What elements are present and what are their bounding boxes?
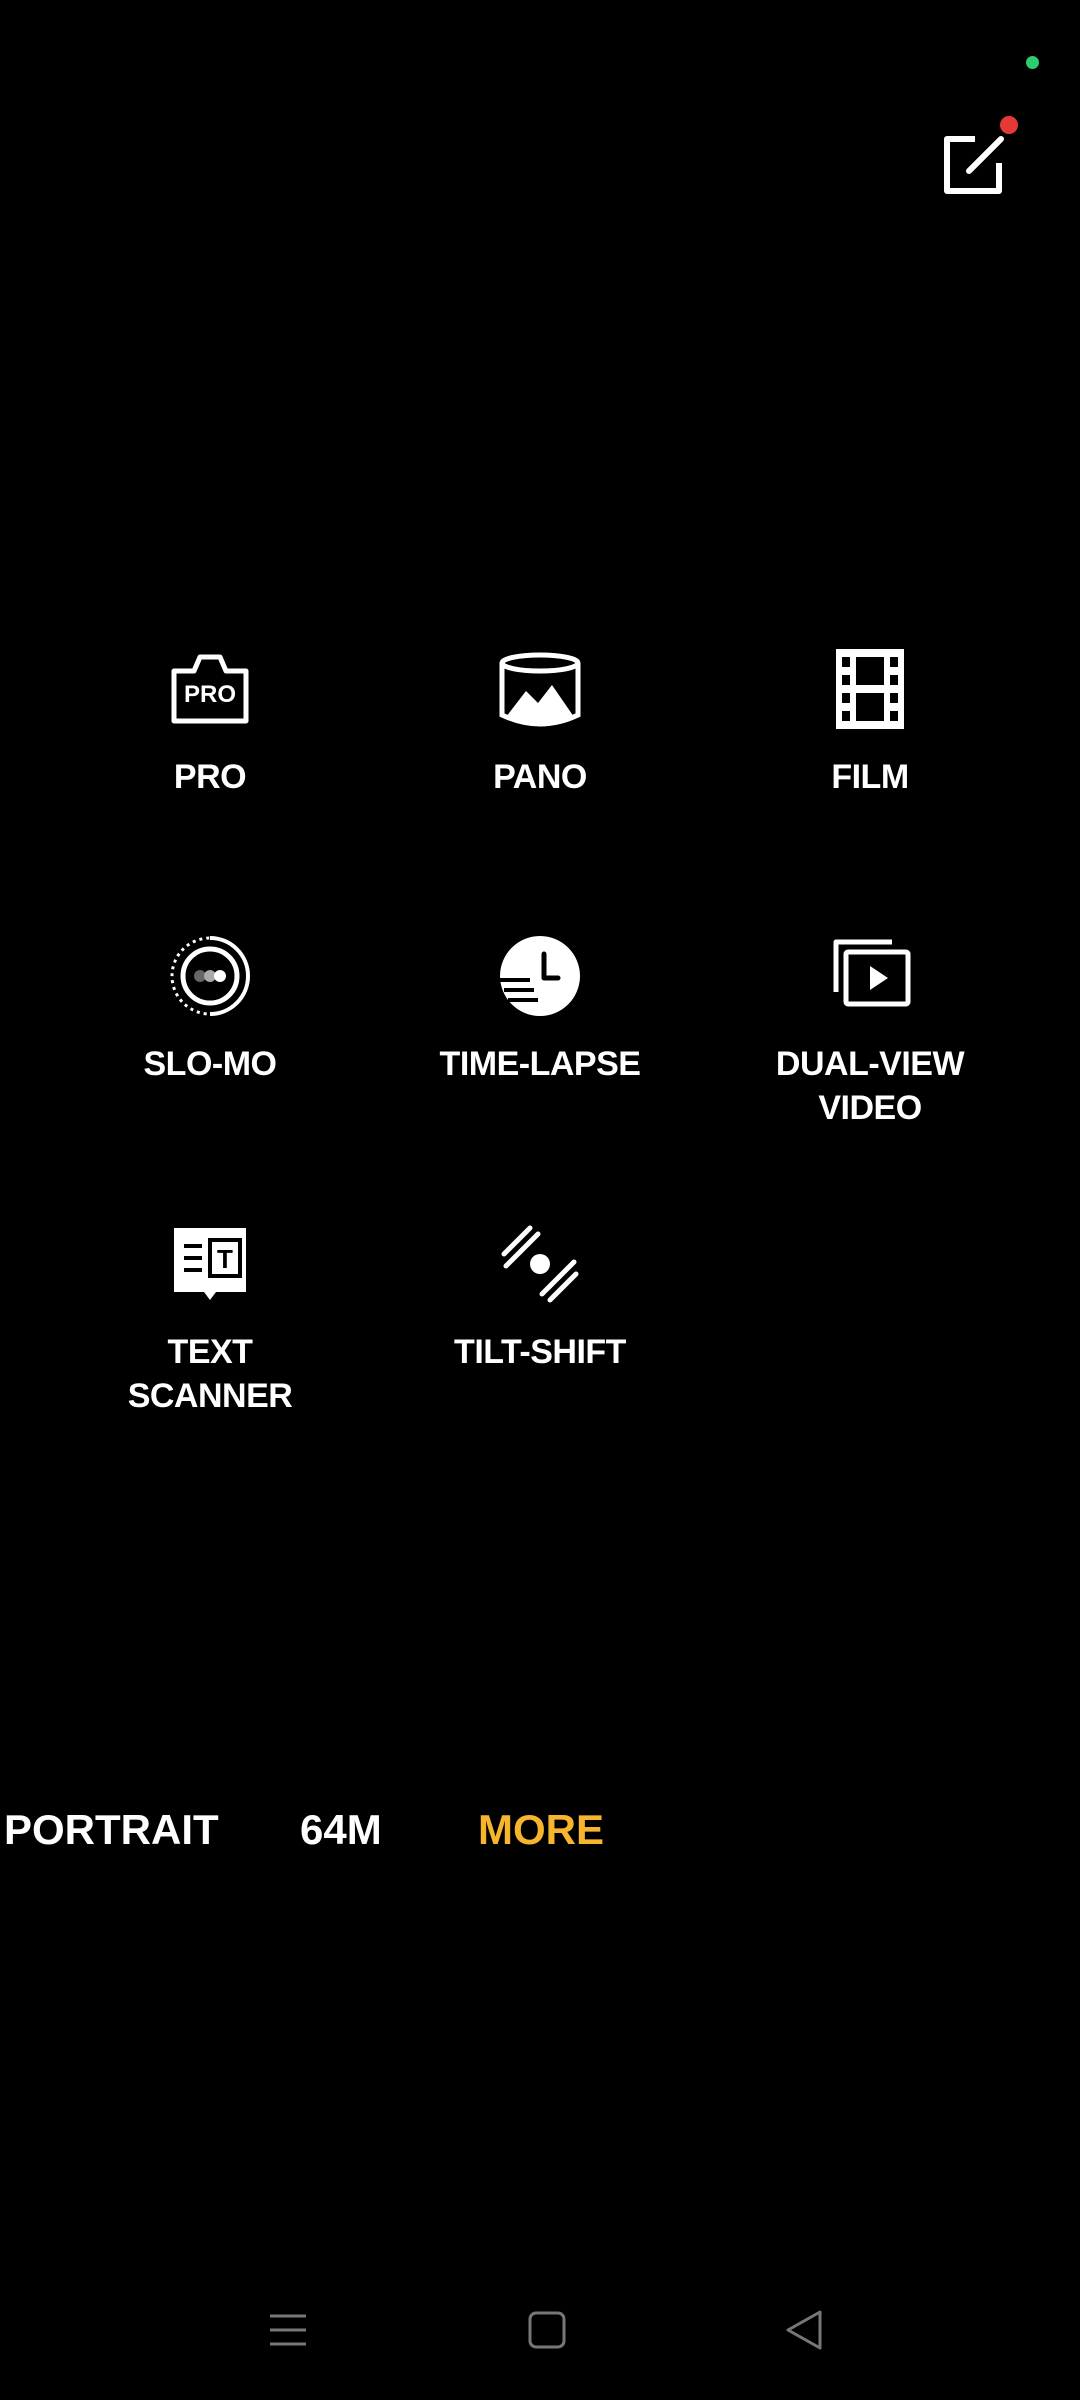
film-icon bbox=[826, 645, 914, 733]
slo-mo-icon bbox=[166, 932, 254, 1020]
edit-icon bbox=[944, 136, 1004, 194]
mode-label-pro: PRO bbox=[173, 758, 247, 796]
mode-label-text-scanner: TEXT SCANNER bbox=[127, 1333, 293, 1415]
mode-time-lapse[interactable]: TIME-LAPSE bbox=[390, 932, 690, 1086]
edit-modes-button[interactable] bbox=[935, 125, 1015, 205]
recents-button[interactable] bbox=[264, 2306, 312, 2354]
text-scanner-icon-text: T bbox=[217, 1244, 233, 1274]
mode-label-dual-view-video: DUAL-VIEW VIDEO bbox=[775, 1045, 965, 1127]
mode-slo-mo[interactable]: SLO-MO bbox=[60, 932, 360, 1086]
mode-label-tilt-shift: TILT-SHIFT bbox=[454, 1333, 626, 1371]
pro-icon: PRO bbox=[166, 645, 254, 733]
dual-view-video-icon bbox=[826, 932, 914, 1020]
system-navigation-bar bbox=[0, 2300, 1080, 2360]
menu-icon bbox=[270, 2314, 306, 2346]
status-indicator-dot bbox=[1026, 56, 1039, 69]
camera-mode-tabs: PORTRAIT 64M MORE bbox=[0, 1800, 1080, 1860]
time-lapse-icon bbox=[496, 932, 584, 1020]
tilt-shift-icon bbox=[496, 1220, 584, 1308]
mode-pano[interactable]: PANO bbox=[390, 645, 690, 799]
home-square-icon bbox=[528, 2311, 566, 2349]
mode-pro[interactable]: PRO PRO bbox=[60, 645, 360, 799]
mode-text-scanner[interactable]: T TEXT SCANNER bbox=[60, 1220, 360, 1418]
notification-dot bbox=[1000, 116, 1018, 134]
mode-label-time-lapse: TIME-LAPSE bbox=[439, 1045, 641, 1083]
tab-portrait[interactable]: PORTRAIT bbox=[4, 1800, 219, 1860]
mode-tilt-shift[interactable]: TILT-SHIFT bbox=[390, 1220, 690, 1374]
pro-icon-text: PRO bbox=[184, 681, 236, 708]
tab-more[interactable]: MORE bbox=[478, 1800, 604, 1860]
mode-label-slo-mo: SLO-MO bbox=[143, 1045, 277, 1083]
mode-dual-view-video[interactable]: DUAL-VIEW VIDEO bbox=[720, 932, 1020, 1130]
back-button[interactable] bbox=[780, 2306, 828, 2354]
pano-icon bbox=[496, 645, 584, 733]
home-button[interactable] bbox=[523, 2306, 571, 2354]
mode-film[interactable]: FILM bbox=[720, 645, 1020, 799]
mode-label-pano: PANO bbox=[493, 758, 587, 796]
mode-label-film: FILM bbox=[831, 758, 909, 796]
back-triangle-icon bbox=[786, 2310, 822, 2350]
tab-64m[interactable]: 64M bbox=[300, 1800, 382, 1860]
text-scanner-icon: T bbox=[166, 1220, 254, 1308]
